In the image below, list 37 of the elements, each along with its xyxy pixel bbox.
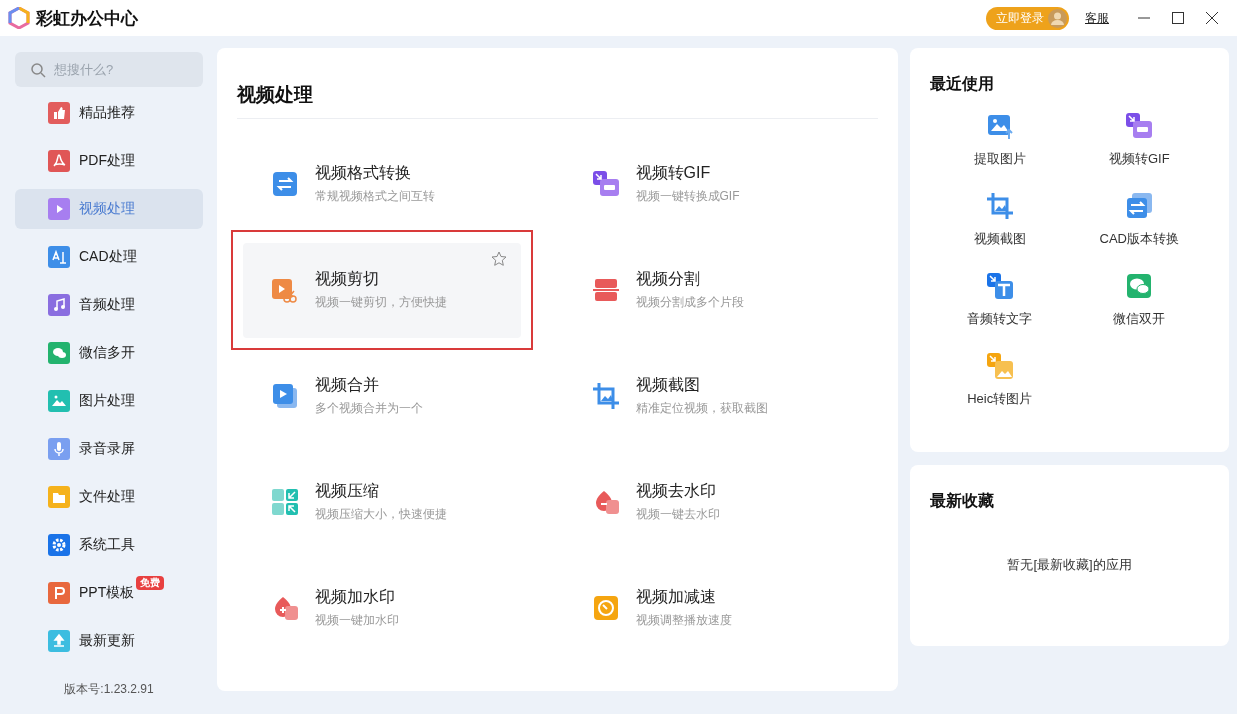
tool-card[interactable]: 视频截图 精准定位视频，获取截图	[557, 348, 878, 444]
tool-card[interactable]: 视频压缩 视频压缩大小，快速便捷	[237, 454, 558, 550]
sidebar-item[interactable]: CAD处理	[15, 237, 203, 277]
sidebar-item[interactable]: 文件处理	[15, 477, 203, 517]
recent-app[interactable]: 视频截图	[930, 192, 1070, 272]
sidebar-item[interactable]: 图片处理	[15, 381, 203, 421]
card-title: 最近使用	[930, 74, 995, 94]
support-link[interactable]: 客服	[1085, 9, 1109, 27]
sidebar-item[interactable]: PDF处理	[15, 141, 203, 181]
app-title: 彩虹办公中心	[36, 7, 138, 30]
tool-card[interactable]: 视频格式转换 常规视频格式之间互转	[237, 136, 558, 232]
tool-card[interactable]: 视频合并 多个视频合并为一个	[237, 348, 558, 444]
recent-app[interactable]: Heic转图片	[930, 352, 1070, 432]
tool-card[interactable]: 视频加水印 视频一键加水印	[237, 560, 558, 656]
tool-card[interactable]: 视频剪切 视频一键剪切，方便快捷	[243, 242, 521, 338]
sidebar-item[interactable]: 音频处理	[15, 285, 203, 325]
tool-card[interactable]: 视频分割 视频分割成多个片段	[557, 242, 878, 338]
recent-app[interactable]: CAD版本转换	[1069, 192, 1209, 272]
empty-message: 暂无[最新收藏]的应用	[1006, 556, 1133, 574]
recent-app[interactable]: 提取图片	[930, 112, 1070, 192]
tool-card[interactable]: 视频加减速 视频调整播放速度	[557, 560, 878, 656]
recent-app[interactable]: 音频转文字	[930, 272, 1070, 352]
tool-card[interactable]: 视频转GIF 视频一键转换成GIF	[557, 136, 878, 232]
version-label: 版本号:1.23.2.91	[63, 681, 155, 698]
tool-card[interactable]: 视频去水印 视频一键去水印	[557, 454, 878, 550]
recent-app[interactable]: 视频转GIF	[1069, 112, 1209, 192]
sidebar-item[interactable]: 录音录屏	[15, 429, 203, 469]
sidebar-item[interactable]: PPT模板 免费	[15, 573, 203, 613]
sidebar-item[interactable]: 系统工具	[15, 525, 203, 565]
sidebar-item[interactable]: 精品推荐	[15, 93, 203, 133]
card-title: 最新收藏	[930, 491, 995, 511]
search-field[interactable]: 想搜什么?	[15, 52, 203, 87]
recent-app[interactable]: 微信双开	[1069, 272, 1209, 352]
section-title: 视频处理	[237, 48, 878, 119]
free-badge: 免费	[136, 576, 164, 590]
sidebar-item[interactable]: 微信多开	[15, 333, 203, 373]
sidebar-item[interactable]: 最新更新	[15, 621, 203, 661]
